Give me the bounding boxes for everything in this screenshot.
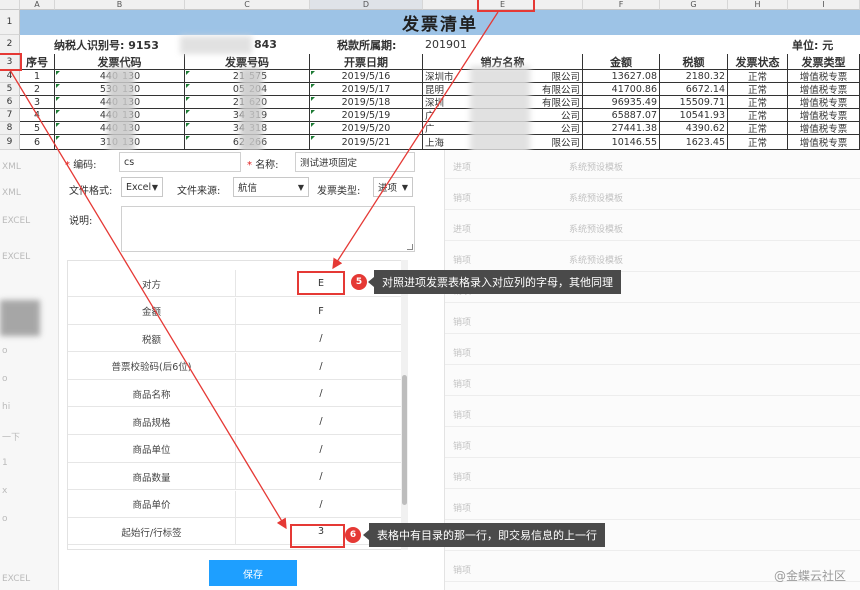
step6-callout: 表格中有目录的那一行，即交易信息的上一行 xyxy=(363,523,605,547)
highlight-counterparty-value xyxy=(297,271,345,295)
highlight-start-row-value xyxy=(290,524,345,548)
watermark-text: @金蝶云社区 xyxy=(773,569,846,583)
step-badge-6: 6 xyxy=(345,527,361,543)
step-badge-5: 5 xyxy=(351,274,367,290)
annotation-arrows xyxy=(9,11,499,530)
screenshot-root: A B C D E F G H I 1 2 3 4 5 6 7 8 9 发票清单… xyxy=(0,0,860,590)
arrow-to-counterparty-field xyxy=(332,11,499,270)
step5-callout: 对照进项发票表格录入对应列的字母，其他同理 xyxy=(368,270,621,294)
arrow-to-start-row-field xyxy=(9,69,287,530)
